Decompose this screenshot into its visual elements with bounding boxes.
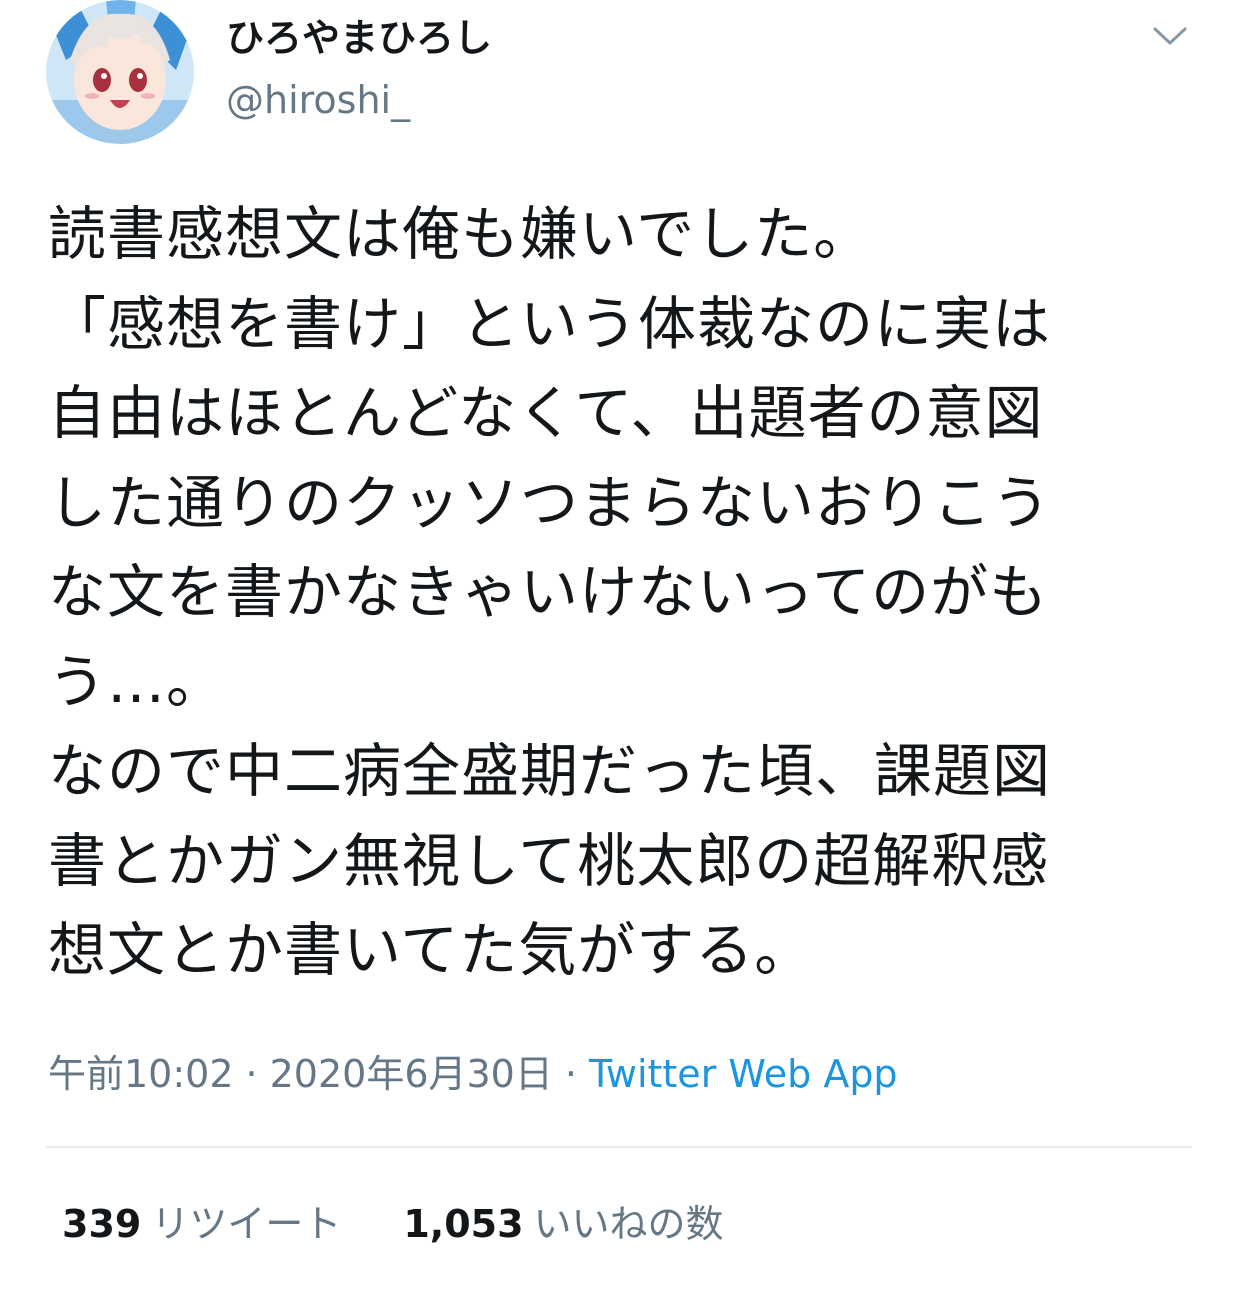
tweet-text-line: なので中二病全盛期だった頃、課題図 bbox=[48, 737, 1052, 805]
retweets-count: 339 bbox=[62, 1202, 142, 1246]
tweet-text-line: 書とかガン無視して桃太郎の超解釈感 bbox=[48, 826, 1050, 895]
tweet-stats: 339 リツイート 1,053 いいねの数 bbox=[62, 1196, 724, 1252]
tweet-metadata: 午前10:02 · 2020年6月30日 · Twitter Web App bbox=[48, 1046, 898, 1102]
tweet-text-line: 想文とか書いてた気がする。 bbox=[48, 916, 814, 984]
tweet-time[interactable]: 午前10:02 bbox=[48, 1052, 234, 1096]
likes-stat[interactable]: 1,053 いいねの数 bbox=[403, 1196, 723, 1252]
tweet-text-line: な文を書かなきゃいけないってのがも bbox=[48, 558, 1049, 626]
divider bbox=[46, 1146, 1192, 1148]
more-options-button[interactable] bbox=[1142, 14, 1198, 58]
tweet-source-link[interactable]: Twitter Web App bbox=[589, 1052, 898, 1096]
user-handle[interactable]: @hiroshi_ bbox=[226, 72, 410, 128]
chevron-down-icon bbox=[1153, 27, 1187, 45]
meta-separator: · bbox=[564, 1052, 577, 1096]
tweet-text-line: う…。 bbox=[48, 647, 226, 716]
tweet-date[interactable]: 2020年6月30日 bbox=[270, 1052, 553, 1096]
likes-label: いいねの数 bbox=[533, 1202, 724, 1246]
tweet-text-line: 「感想を書け」という体裁なのに実は bbox=[48, 289, 1052, 358]
tweet-text-line: 読書感想文は俺も嫌いでした。 bbox=[48, 200, 873, 268]
anime-avatar-icon bbox=[46, 0, 194, 144]
display-name[interactable]: ひろやまひろし bbox=[226, 10, 492, 66]
tweet-text-line: した通りのクッソつまらないおりこう bbox=[48, 468, 1052, 537]
tweet-text-line: 自由はほとんどなくて、出題者の意図 bbox=[48, 379, 1044, 447]
retweets-label: リツイート bbox=[151, 1202, 342, 1246]
likes-count: 1,053 bbox=[403, 1202, 524, 1246]
avatar[interactable] bbox=[46, 0, 194, 144]
meta-separator: · bbox=[245, 1052, 258, 1096]
tweet-text: 読書感想文は俺も嫌いでした。 「感想を書け」という体裁なのに実は 自由はほとんど… bbox=[48, 190, 1158, 996]
retweets-stat[interactable]: 339 リツイート bbox=[62, 1196, 341, 1252]
